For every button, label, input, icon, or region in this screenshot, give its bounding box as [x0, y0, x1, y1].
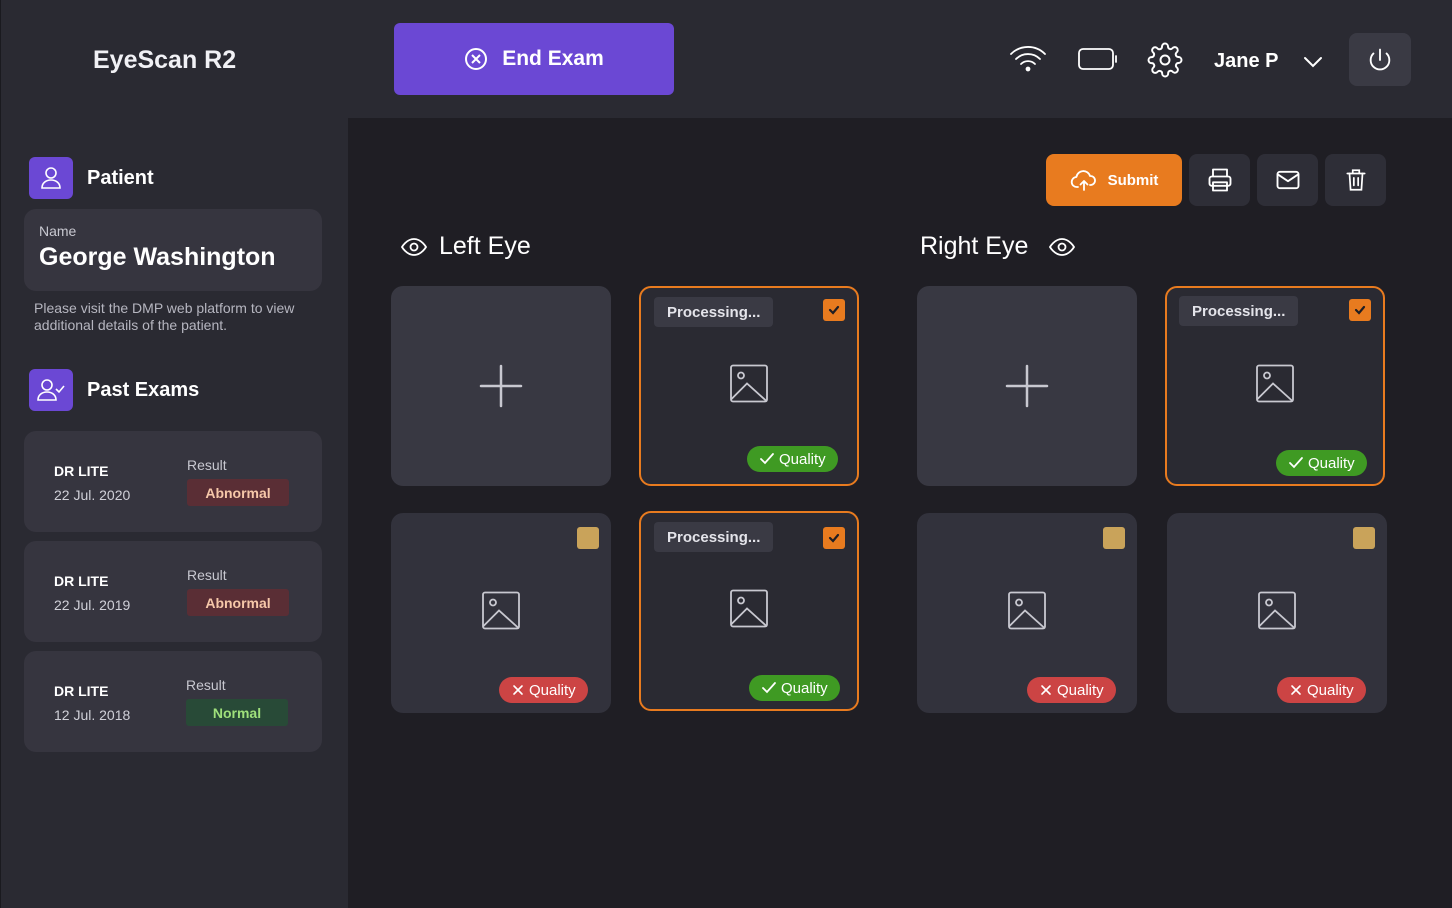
tile-checkbox[interactable]	[577, 527, 599, 549]
checkmark-icon	[1289, 457, 1303, 469]
trash-icon	[1345, 169, 1366, 191]
processing-label: Processing...	[654, 522, 774, 552]
result-label: Result	[187, 457, 227, 473]
close-icon	[1041, 685, 1051, 695]
name-label: Name	[39, 223, 77, 239]
left-eye-header: Left Eye	[400, 232, 531, 261]
exam-date: 22 Jul. 2020	[54, 487, 131, 503]
result-badge: Normal	[186, 699, 288, 726]
sidebar: EyeScan R2 Patient Name George Washingto…	[0, 0, 348, 908]
user-name[interactable]: Jane P	[1214, 50, 1278, 73]
mail-icon	[1276, 170, 1299, 190]
close-icon	[513, 685, 523, 695]
image-tile[interactable]: Quality	[391, 513, 611, 713]
patient-name-card: Name George Washington	[24, 209, 322, 291]
power-button[interactable]	[1349, 33, 1411, 86]
past-exam-card[interactable]: DR LITE 22 Jul. 2020 Result Abnormal	[24, 431, 322, 532]
left-eye-heading: Left Eye	[439, 232, 531, 260]
eye-icon	[400, 237, 428, 256]
exam-name: DR LITE	[54, 463, 109, 479]
delete-button[interactable]	[1325, 154, 1386, 206]
quality-label: Quality	[1308, 454, 1355, 472]
close-circle-icon	[465, 48, 488, 70]
battery-icon	[1077, 46, 1119, 72]
quality-badge: Quality	[1276, 450, 1367, 476]
tile-checkbox[interactable]	[823, 299, 845, 321]
tile-checkbox[interactable]	[1349, 299, 1371, 321]
wifi-icon	[1008, 44, 1048, 74]
checkmark-icon	[828, 305, 840, 315]
close-icon	[1291, 685, 1301, 695]
image-placeholder-icon	[729, 364, 769, 409]
add-image-tile[interactable]	[391, 286, 611, 486]
quality-label: Quality	[1057, 681, 1104, 699]
past-exam-card[interactable]: DR LITE 12 Jul. 2018 Result Normal	[24, 651, 322, 752]
quality-badge: Quality	[1027, 677, 1116, 703]
plus-icon	[479, 364, 523, 408]
image-tile[interactable]: Quality	[917, 513, 1137, 713]
gear-icon[interactable]	[1147, 42, 1183, 78]
result-label: Result	[186, 677, 226, 693]
end-exam-label: End Exam	[502, 47, 604, 70]
print-icon	[1208, 168, 1231, 192]
tile-checkbox[interactable]	[823, 527, 845, 549]
image-placeholder-icon	[729, 589, 769, 634]
tile-checkbox[interactable]	[1103, 527, 1125, 549]
exam-date: 12 Jul. 2018	[54, 707, 131, 723]
right-eye-header: Right Eye	[920, 232, 1076, 261]
exam-date: 22 Jul. 2019	[54, 597, 131, 613]
chevron-down-icon[interactable]	[1302, 52, 1324, 72]
exam-name: DR LITE	[54, 683, 109, 699]
cloud-upload-icon	[1070, 170, 1096, 191]
past-exams-header: Past Exams	[29, 369, 199, 411]
right-eye-heading: Right Eye	[920, 232, 1029, 260]
user-check-icon	[29, 369, 73, 411]
result-badge: Abnormal	[187, 479, 289, 506]
quality-badge: Quality	[749, 675, 840, 701]
image-tile[interactable]: Processing... Quality	[639, 286, 859, 486]
patient-note: Please visit the DMP web platform to vie…	[34, 300, 295, 333]
plus-icon	[1005, 364, 1049, 408]
submit-label: Submit	[1107, 171, 1159, 189]
quality-badge: Quality	[499, 677, 588, 703]
quality-label: Quality	[529, 681, 576, 699]
image-placeholder-icon	[1257, 591, 1297, 636]
checkmark-icon	[828, 533, 840, 543]
patient-name: George Washington	[39, 243, 276, 271]
email-button[interactable]	[1257, 154, 1318, 206]
past-exams-heading: Past Exams	[87, 378, 200, 401]
power-icon	[1369, 48, 1391, 70]
result-label: Result	[187, 567, 227, 583]
eye-icon	[1049, 237, 1076, 256]
quality-label: Quality	[1307, 681, 1354, 699]
image-tile[interactable]: Processing... Quality	[639, 511, 859, 711]
add-image-tile[interactable]	[917, 286, 1137, 486]
image-tile[interactable]: Processing... Quality	[1165, 286, 1385, 486]
quality-label: Quality	[781, 679, 828, 697]
image-placeholder-icon	[1007, 591, 1047, 636]
submit-button[interactable]: Submit	[1046, 154, 1182, 206]
image-placeholder-icon	[1255, 364, 1295, 409]
checkmark-icon	[762, 682, 776, 694]
quality-badge: Quality	[1277, 677, 1366, 703]
past-exam-card[interactable]: DR LITE 22 Jul. 2019 Result Abnormal	[24, 541, 322, 642]
print-button[interactable]	[1189, 154, 1250, 206]
app-title: EyeScan R2	[93, 46, 237, 74]
tile-checkbox[interactable]	[1353, 527, 1375, 549]
processing-label: Processing...	[1179, 296, 1299, 326]
end-exam-button[interactable]: End Exam	[394, 23, 674, 95]
image-tile[interactable]: Quality	[1167, 513, 1387, 713]
checkmark-icon	[760, 453, 774, 465]
checkmark-icon	[1354, 305, 1366, 315]
patient-section-header: Patient	[29, 157, 154, 199]
result-badge: Abnormal	[187, 589, 289, 616]
image-placeholder-icon	[481, 591, 521, 636]
quality-label: Quality	[779, 450, 826, 468]
processing-label: Processing...	[654, 297, 774, 327]
quality-badge: Quality	[747, 446, 838, 472]
exam-name: DR LITE	[54, 573, 109, 589]
user-icon	[29, 157, 73, 199]
patient-heading: Patient	[87, 166, 154, 189]
